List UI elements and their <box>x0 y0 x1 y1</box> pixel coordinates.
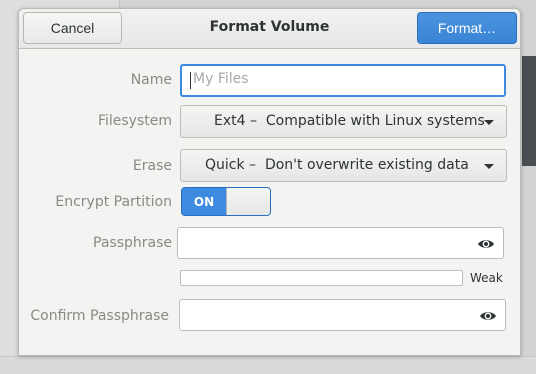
cancel-button[interactable]: Cancel <box>23 12 122 44</box>
chevron-down-icon <box>484 120 494 125</box>
erase-dropdown[interactable]: Quick – Don't overwrite existing data <box>180 149 507 182</box>
filesystem-selected: Ext4 – Compatible with Linux systems <box>214 113 485 129</box>
format-button[interactable]: Format… <box>417 12 517 44</box>
filesystem-dropdown[interactable]: Ext4 – Compatible with Linux systems <box>180 105 507 138</box>
passphrase-strength-bar <box>180 270 463 286</box>
erase-label: Erase <box>132 158 172 174</box>
name-placeholder: My Files <box>193 71 249 87</box>
eye-icon[interactable] <box>479 309 497 323</box>
background-scroll-strip <box>522 56 536 166</box>
encrypt-toggle[interactable]: ON <box>181 187 271 216</box>
passphrase-label: Passphrase <box>93 235 172 251</box>
text-caret <box>190 72 191 89</box>
toggle-knob <box>226 188 270 215</box>
name-input[interactable]: My Files <box>180 64 506 97</box>
eye-icon[interactable] <box>477 237 495 251</box>
filesystem-label: Filesystem <box>97 113 172 129</box>
passphrase-input[interactable] <box>177 227 504 259</box>
confirm-passphrase-input[interactable] <box>179 299 506 331</box>
confirm-passphrase-label: Confirm Passphrase <box>30 308 169 324</box>
toggle-state-label: ON <box>193 194 215 209</box>
background-statusbar <box>0 356 536 374</box>
chevron-down-icon <box>484 164 494 169</box>
name-label: Name <box>130 72 172 88</box>
erase-selected: Quick – Don't overwrite existing data <box>205 157 469 173</box>
dialog-headerbar: Cancel Format Volume Format… <box>19 9 520 49</box>
format-volume-dialog: Cancel Format Volume Format… Name My Fil… <box>18 8 521 356</box>
passphrase-strength-label: Weak <box>470 271 503 285</box>
encrypt-label: Encrypt Partition <box>55 194 172 210</box>
